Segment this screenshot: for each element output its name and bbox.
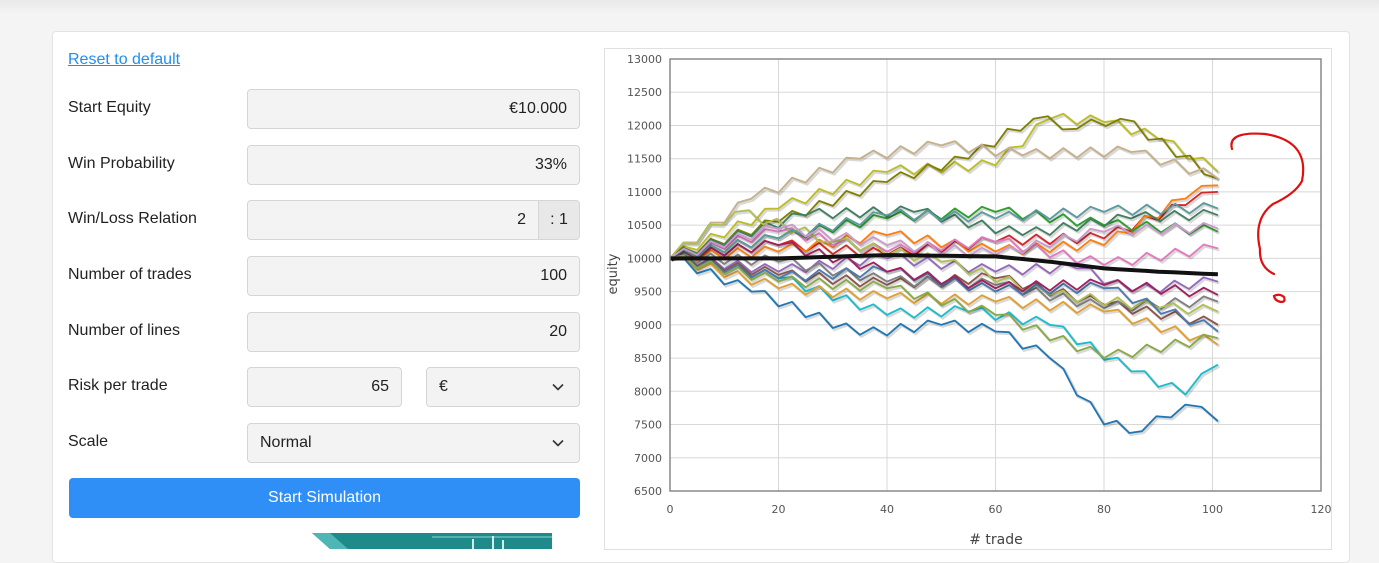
lines-value: 20	[549, 323, 567, 340]
y-tick-label: 8500	[634, 352, 662, 365]
win-loss-suffix: : 1	[539, 200, 580, 240]
trades-value: 100	[540, 267, 567, 284]
win-probability-label: Win Probability	[68, 155, 175, 172]
x-tick-label: 120	[1311, 503, 1332, 516]
win-loss-label: Win/Loss Relation	[68, 210, 197, 227]
win-loss-input[interactable]: 2	[247, 200, 539, 240]
y-axis-label: equity	[606, 253, 621, 294]
win-probability-value: 33%	[534, 156, 567, 173]
y-tick-label: 13000	[627, 53, 662, 66]
risk-label: Risk per trade	[68, 377, 168, 394]
x-tick-label: 20	[772, 503, 786, 516]
x-tick-label: 60	[989, 503, 1003, 516]
y-tick-label: 10000	[627, 252, 662, 265]
chevron-down-icon	[552, 383, 564, 391]
trades-input[interactable]: 100	[247, 256, 580, 296]
risk-input[interactable]: 65	[247, 367, 402, 407]
x-tick-label: 0	[667, 503, 674, 516]
y-tick-label: 7000	[634, 452, 662, 465]
y-tick-label: 11500	[627, 153, 662, 166]
equity-chart: 0 20 40 60 80 100 120 6500 7000 7500 8000 8500 9000 9…	[606, 53, 1332, 548]
y-tick-label: 9500	[634, 286, 662, 299]
trades-label: Number of trades	[68, 266, 192, 283]
y-tick-label: 7500	[634, 419, 662, 432]
win-probability-input[interactable]: 33%	[247, 145, 580, 185]
y-tick-label: 12000	[627, 119, 662, 132]
x-axis-label: # trade	[969, 532, 1023, 548]
chevron-down-icon	[552, 439, 564, 447]
start-simulation-button[interactable]: Start Simulation	[69, 478, 580, 518]
y-tick-label: 9000	[634, 319, 662, 332]
risk-unit-select[interactable]: €	[426, 367, 580, 407]
win-loss-value: 2	[517, 211, 526, 228]
lines-label: Number of lines	[68, 322, 181, 339]
start-equity-input[interactable]: €10.000	[247, 89, 580, 129]
x-tick-label: 80	[1097, 503, 1111, 516]
x-tick-label: 100	[1202, 503, 1223, 516]
risk-value: 65	[371, 378, 389, 395]
y-tick-label: 10500	[627, 219, 662, 232]
scale-value: Normal	[260, 434, 312, 451]
risk-unit-value: €	[439, 378, 448, 395]
start-equity-label: Start Equity	[68, 99, 151, 116]
y-tick-label: 8000	[634, 385, 662, 398]
start-equity-value: €10.000	[509, 100, 567, 117]
lines-input[interactable]: 20	[247, 312, 580, 352]
preview-thumbnail	[312, 533, 552, 549]
y-tick-label: 12500	[627, 86, 662, 99]
chart-series	[669, 112, 1221, 437]
y-tick-label: 11000	[627, 186, 662, 199]
scale-select[interactable]: Normal	[247, 423, 580, 463]
x-tick-label: 40	[880, 503, 894, 516]
scale-label: Scale	[68, 433, 109, 450]
reset-to-default-link[interactable]: Reset to default	[68, 51, 180, 69]
y-tick-label: 6500	[634, 485, 662, 498]
top-bar	[0, 0, 1379, 14]
chart-panel: 0 20 40 60 80 100 120 6500 7000 7500 8000 8500 9000 9…	[604, 48, 1332, 550]
